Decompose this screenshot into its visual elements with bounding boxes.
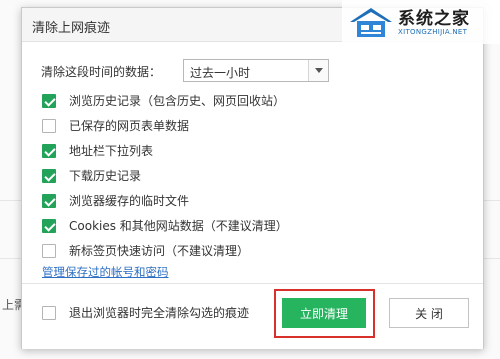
exit-clear-option[interactable]: 退出浏览器时完全清除勾选的痕迹 [42,304,249,321]
clear-option-item[interactable]: 新标签页快速访问（不建议清理） [42,238,472,263]
clear-option-label: Cookies 和其他网站数据（不建议清理） [69,219,288,233]
clear-option-label: 下载历史记录 [69,169,142,183]
checkbox-unchecked[interactable] [42,243,56,258]
time-range-label: 清除这段时间的数据： [41,65,162,79]
exit-clear-checkbox[interactable] [42,305,56,320]
clear-now-button[interactable]: 立即清理 [282,298,366,328]
close-button[interactable]: 关 闭 [389,298,469,328]
watermark-name: 系统之家 [398,9,470,29]
exit-clear-label: 退出浏览器时完全清除勾选的痕迹 [69,306,250,320]
chevron-down-icon[interactable] [308,60,328,81]
checkbox-checked[interactable] [42,143,56,158]
clear-option-item[interactable]: 下载历史记录 [42,163,472,188]
checkbox-checked[interactable] [42,93,56,108]
clear-option-label: 地址栏下拉列表 [69,144,154,158]
clear-option-item[interactable]: 地址栏下拉列表 [42,138,472,163]
checkbox-unchecked[interactable] [42,118,56,133]
time-range-row: 清除这段时间的数据： 过去一小时 [41,59,461,83]
checkbox-checked[interactable] [42,218,56,233]
clear-option-item[interactable]: 浏览器缓存的临时文件 [42,188,472,213]
checkbox-checked[interactable] [42,168,56,183]
dialog-title: 清除上网痕迹 [32,21,111,36]
clear-option-label: 浏览历史记录（包含历史、网页回收站） [69,94,286,108]
watermark: 系统之家 XITONGZHIJIA.NET [342,0,500,44]
watermark-url: XITONGZHIJIA.NET [398,28,468,36]
clear-option-item[interactable]: Cookies 和其他网站数据（不建议清理） [42,213,472,238]
house-logo-icon [350,8,392,37]
dialog-footer: 退出浏览器时完全清除勾选的痕迹 立即清理 关 闭 [22,283,483,349]
clear-option-label: 已保存的网页表单数据 [69,119,190,133]
clear-history-dialog: 清除上网痕迹 清除这段时间的数据： 过去一小时 浏览历史记录（包含历史、网页回收… [21,7,484,349]
clear-option-label: 新标签页快速访问（不建议清理） [69,244,250,258]
manage-passwords-link[interactable]: 管理保存过的帐号和密码 [42,264,169,280]
time-range-value: 过去一小时 [190,66,251,80]
clear-option-item[interactable]: 已保存的网页表单数据 [42,113,472,138]
clear-option-item[interactable]: 浏览历史记录（包含历史、网页回收站） [42,88,472,113]
time-range-select[interactable]: 过去一小时 [183,59,329,82]
clear-option-label: 浏览器缓存的临时文件 [69,194,190,208]
clear-options-list: 浏览历史记录（包含历史、网页回收站） 已保存的网页表单数据 地址栏下拉列表 下载历史记… [42,88,472,263]
checkbox-checked[interactable] [42,193,56,208]
